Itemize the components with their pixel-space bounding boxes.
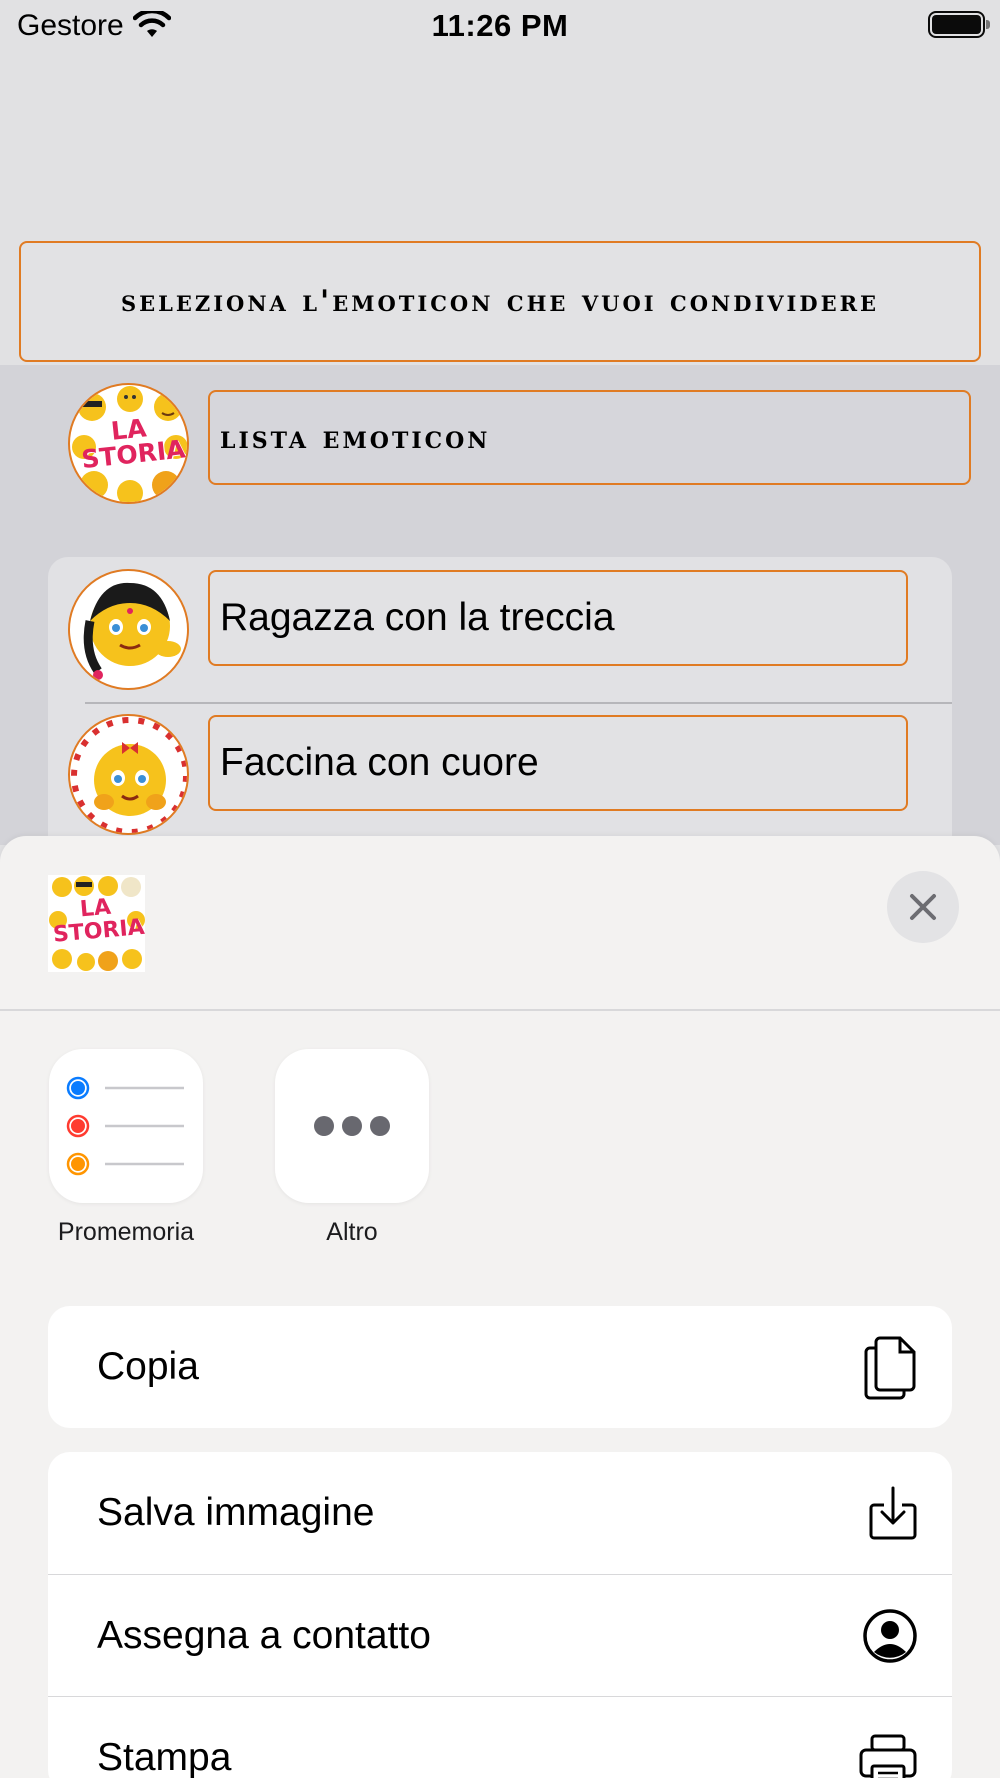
list-item-label[interactable]: Faccina con cuore xyxy=(208,715,908,811)
shared-image-thumbnail: LA STORIA! xyxy=(48,875,145,972)
list-divider xyxy=(85,702,952,704)
contact-icon xyxy=(863,1608,917,1663)
save-image-icon xyxy=(869,1486,917,1540)
list-item-avatar[interactable] xyxy=(68,569,189,690)
copy-action-label: Copia xyxy=(97,1345,199,1388)
list-item-avatar[interactable] xyxy=(68,714,189,835)
status-bar: Gestore 11:26 PM xyxy=(0,0,1000,52)
more-icon xyxy=(314,1116,390,1136)
lista-emoticon-label: lista emoticon xyxy=(208,390,971,485)
save-image-action-label: Salva immagine xyxy=(97,1491,375,1534)
save-image-action[interactable]: Salva immagine xyxy=(48,1452,952,1574)
copy-action-group: Copia xyxy=(48,1306,952,1428)
sheet-divider xyxy=(0,1009,1000,1011)
la-storia-logo: LA STORIA! xyxy=(68,383,189,504)
close-icon xyxy=(910,894,936,920)
copy-action[interactable]: Copia xyxy=(48,1306,952,1428)
status-time: 11:26 PM xyxy=(431,8,569,43)
reminders-app-button[interactable] xyxy=(49,1049,203,1203)
more-apps-button[interactable] xyxy=(275,1049,429,1203)
page-title: seleziona l'emoticon che vuoi condivider… xyxy=(19,241,981,362)
print-action-label: Stampa xyxy=(97,1735,232,1778)
list-item-label[interactable]: Ragazza con la treccia xyxy=(208,570,908,666)
battery-icon xyxy=(928,11,990,38)
more-apps-label: Altro xyxy=(326,1218,378,1246)
copy-icon xyxy=(864,1336,916,1400)
la-storia-logo-text: LA STORIA! xyxy=(80,413,189,475)
share-sheet: LA STORIA! Promemoria Altro Copia Salva … xyxy=(0,836,1000,1778)
assign-contact-action-label: Assegna a contatto xyxy=(97,1613,431,1657)
print-action[interactable]: Stampa xyxy=(48,1696,952,1778)
shared-image-text: LA STORIA! xyxy=(52,894,145,948)
close-button[interactable] xyxy=(887,871,959,943)
assign-contact-action[interactable]: Assegna a contatto xyxy=(48,1574,952,1696)
print-icon xyxy=(859,1734,917,1778)
reminders-icon xyxy=(66,1076,184,1176)
image-actions-group: Salva immagine Assegna a contatto Stampa xyxy=(48,1452,952,1778)
reminders-app-label: Promemoria xyxy=(57,1218,195,1246)
